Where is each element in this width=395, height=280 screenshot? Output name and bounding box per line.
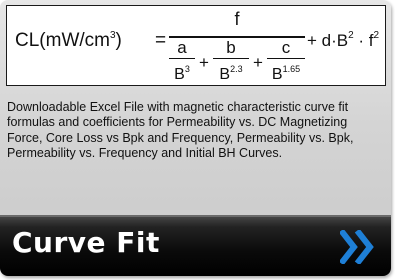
formula-term-b: b B2.3: [211, 39, 251, 85]
formula-term-c: c B1.65: [265, 39, 307, 85]
curve-fit-button[interactable]: Curve Fit: [0, 215, 391, 276]
formula-equals: =: [155, 30, 167, 51]
curve-fit-label: Curve Fit: [12, 226, 160, 259]
product-description: Downloadable Excel File with magnetic ch…: [7, 100, 354, 161]
formula-fraction: f a B3 + b B2.3 + c B1.65: [167, 6, 307, 86]
formula-plus: +: [253, 53, 263, 72]
formula-image: CL(mW/cm3) = f a B3 + b B2.3 + c B1.65 +…: [6, 5, 386, 86]
formula-tail: + d·B2 · f2: [307, 30, 380, 50]
formula-plus: +: [199, 53, 209, 72]
formula-lhs: CL(mW/cm3): [15, 30, 122, 51]
formula-term-a: a B3: [167, 39, 197, 85]
formula-numerator: f: [234, 9, 240, 29]
curve-fit-tile[interactable]: CL(mW/cm3) = f a B3 + b B2.3 + c B1.65 +…: [0, 0, 391, 276]
double-chevron-right-icon: [340, 230, 374, 264]
